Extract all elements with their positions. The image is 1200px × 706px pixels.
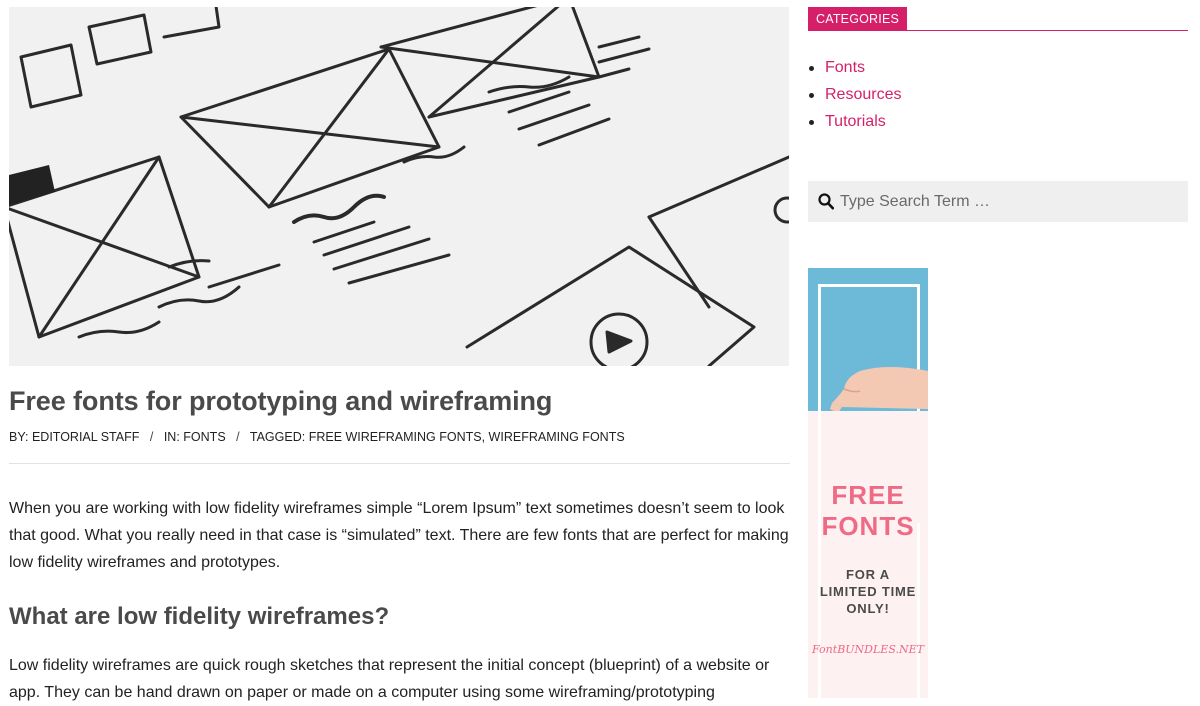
ad-banner[interactable]: FREE FONTS FOR A LIMITED TIME ONLY! Font… [808, 268, 928, 698]
meta-by-label: BY: [9, 430, 29, 444]
meta-separator: / [149, 430, 154, 444]
meta-in-label: IN: [163, 430, 180, 444]
meta-tagged-label: TAGGED: [249, 430, 306, 444]
ad-subline-line: LIMITED TIME [819, 584, 917, 599]
ad-subline: FOR A LIMITED TIME ONLY! [808, 566, 928, 617]
post-title: Free fonts for prototyping and wireframi… [9, 386, 553, 416]
list-item: Fonts [808, 58, 901, 85]
wireframe-sketch-illustration [9, 7, 789, 366]
search-icon[interactable] [818, 193, 834, 210]
category-link[interactable]: FONTS [183, 430, 225, 444]
ad-headline: FREE FONTS [808, 480, 928, 542]
section-heading: What are low fidelity wireframes? [9, 603, 390, 630]
category-link-fonts[interactable]: Fonts [825, 59, 865, 76]
intro-paragraph: When you are working with low fidelity w… [9, 500, 789, 571]
search-input[interactable] [840, 181, 1180, 222]
category-link-resources[interactable]: Resources [825, 86, 901, 103]
ad-headline-line: FONTS [821, 511, 915, 541]
categories-title: CATEGORIES [808, 7, 908, 30]
list-item: Tutorials [808, 112, 901, 139]
meta-separator: / [236, 430, 240, 444]
tags-links[interactable]: FREE WIREFRAMING FONTS, WIREFRAMING FONT… [309, 430, 625, 444]
post-meta: BY: EDITORIAL STAFF / IN: FONTS / TAGGED… [9, 430, 625, 444]
featured-image [9, 7, 789, 366]
divider [9, 463, 790, 464]
ad-headline-line: FREE [831, 480, 905, 510]
search-box [808, 181, 1188, 222]
categories-list: Fonts Resources Tutorials [808, 58, 901, 139]
ad-subline-line: ONLY! [846, 601, 890, 616]
list-item: Resources [808, 85, 901, 112]
category-link-tutorials[interactable]: Tutorials [825, 113, 886, 130]
ad-subline-line: FOR A [846, 567, 890, 582]
ad-brand-logo: FontBUNDLES.NET [812, 643, 924, 656]
author-link[interactable]: EDITORIAL STAFF [32, 430, 139, 444]
categories-widget-header: CATEGORIES [808, 7, 1188, 31]
